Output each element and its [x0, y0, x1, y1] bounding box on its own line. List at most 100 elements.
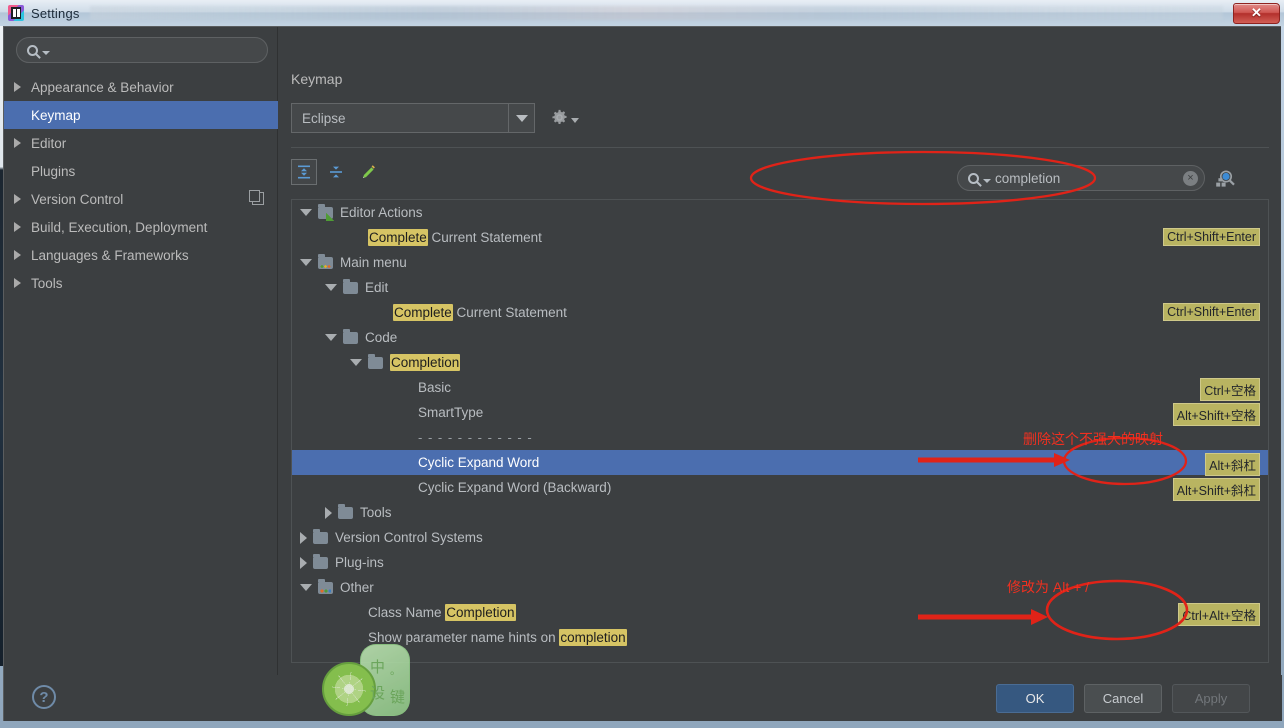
chevron-down-icon[interactable] [300, 584, 312, 591]
sidebar-item-editor[interactable]: Editor [4, 129, 278, 157]
tree-indent-spacer [14, 166, 21, 176]
tree-row[interactable]: Complete Current Statement Ctrl+Shift+Ent… [292, 225, 1268, 250]
tree-row-label: Editor Actions [340, 205, 423, 220]
shortcut-badge[interactable]: Alt+斜杠 [1205, 453, 1260, 476]
tree-row[interactable]: Basic Ctrl+空格 [292, 375, 1268, 401]
chevron-right-icon [14, 278, 21, 288]
tree-row[interactable]: Code [292, 325, 1268, 350]
folder-dots-icon [318, 578, 333, 594]
watermark-char-1: 中 [370, 659, 386, 676]
keymap-select-arrow[interactable] [508, 104, 534, 132]
gear-icon [552, 109, 567, 124]
chevron-right-icon [14, 138, 21, 148]
shortcut-badge[interactable]: Ctrl+Alt+空格 [1178, 603, 1260, 626]
section-divider [291, 147, 1269, 148]
copy-icon [249, 190, 264, 205]
tree-row[interactable]: SmartType Alt+Shift+空格 [292, 400, 1268, 426]
tree-row-text: Current Statement [431, 230, 542, 245]
tree-row-label: Class Name Completion [368, 604, 516, 621]
tree-row[interactable]: Other [292, 575, 1268, 600]
sidebar-item-version-control[interactable]: Version Control [4, 185, 278, 213]
tree-row-label: Cyclic Expand Word [418, 455, 540, 470]
keymap-settings-button[interactable] [551, 107, 581, 127]
tree-indent-spacer [400, 437, 412, 438]
sidebar-item-appearance-behavior[interactable]: Appearance & Behavior [4, 73, 278, 101]
folder-icon [313, 553, 328, 569]
shortcut-badge[interactable]: Ctrl+Shift+Enter [1163, 303, 1260, 321]
tree-row-label: Other [340, 580, 374, 595]
folder-icon [313, 528, 328, 544]
page-title: Keymap [291, 71, 343, 87]
pencil-icon [362, 164, 375, 178]
tree-row-label: - - - - - - - - - - - - [418, 430, 533, 445]
chevron-down-icon[interactable] [300, 209, 312, 216]
chevron-right-icon [14, 194, 21, 204]
intellij-idea-icon [8, 5, 24, 21]
tree-row[interactable]: Cyclic Expand Word Alt+斜杠 [292, 450, 1268, 476]
tree-row-label: SmartType [418, 405, 484, 420]
tree-row[interactable]: Class Name Completion Ctrl+Alt+空格 [292, 600, 1268, 626]
chevron-down-icon[interactable] [300, 259, 312, 266]
tree-row[interactable]: Show parameter name hints on completion [292, 625, 1268, 650]
chevron-down-icon[interactable] [350, 359, 362, 366]
keymap-panel: Keymap Eclipse completion × Editor Actio… [279, 27, 1281, 675]
shortcut-badge[interactable]: Ctrl+Shift+Enter [1163, 228, 1260, 246]
apply-button[interactable]: Apply [1172, 684, 1250, 713]
chevron-right-icon[interactable] [325, 506, 332, 519]
collapse-all-button[interactable] [323, 159, 349, 185]
tree-row[interactable]: Main menu [292, 250, 1268, 275]
chevron-right-icon[interactable] [300, 531, 307, 544]
settings-sidebar: Appearance & Behavior Keymap Editor Plugins… [4, 27, 278, 675]
tree-indent-spacer [350, 637, 362, 638]
tree-indent-spacer [350, 237, 362, 238]
keymap-search-input[interactable]: completion × [957, 165, 1205, 191]
sidebar-item-tools[interactable]: Tools [4, 269, 278, 297]
tree-row-label: Edit [365, 280, 389, 295]
sidebar-item-label: Plugins [31, 163, 76, 179]
sidebar-item-languages-frameworks[interactable]: Languages & Frameworks [4, 241, 278, 269]
sidebar-item-label: Version Control [31, 191, 124, 207]
sidebar-item-plugins[interactable]: Plugins [4, 157, 278, 185]
shortcut-badge[interactable]: Ctrl+空格 [1200, 378, 1260, 401]
settings-dialog: Appearance & Behavior Keymap Editor Plugins… [3, 26, 1282, 721]
sidebar-item-label: Editor [31, 135, 67, 151]
cancel-button[interactable]: Cancel [1084, 684, 1162, 713]
folder-icon [338, 503, 353, 519]
expand-all-icon [298, 165, 310, 179]
keymap-select[interactable]: Eclipse [291, 103, 535, 133]
chevron-down-icon [42, 50, 50, 55]
tree-row[interactable]: Completion [292, 350, 1268, 375]
chevron-down-icon[interactable] [325, 284, 337, 291]
folder-mm-icon [318, 253, 333, 269]
sidebar-search-input[interactable] [16, 37, 268, 63]
sidebar-item-keymap[interactable]: Keymap [4, 101, 278, 129]
sidebar-item-label: Appearance & Behavior [31, 79, 174, 95]
tree-row[interactable]: Edit [292, 275, 1268, 300]
chevron-down-icon[interactable] [325, 334, 337, 341]
tree-row-label: Complete Current Statement [393, 304, 567, 321]
chevron-right-icon[interactable] [300, 556, 307, 569]
expand-all-button[interactable] [291, 159, 317, 185]
shortcut-badge[interactable]: Alt+Shift+空格 [1172, 403, 1260, 426]
tree-row[interactable]: Plug-ins [292, 550, 1268, 575]
clear-search-button[interactable]: × [1183, 170, 1198, 186]
tree-indent-spacer [400, 412, 412, 413]
titlebar-background-blur [89, 6, 1223, 20]
tree-row[interactable]: Editor Actions [292, 200, 1268, 225]
tree-row[interactable]: Version Control Systems [292, 525, 1268, 550]
close-button[interactable]: ✕ [1233, 2, 1280, 24]
sidebar-item-build-execution-deployment[interactable]: Build, Execution, Deployment [4, 213, 278, 241]
tree-row-label: Completion [390, 354, 461, 371]
edit-shortcut-button[interactable] [355, 159, 381, 185]
window-title: Settings [31, 5, 80, 21]
tree-row[interactable]: Complete Current Statement Ctrl+Shift+Ent… [292, 300, 1268, 325]
search-icon [968, 172, 979, 184]
search-icon [27, 44, 38, 56]
find-by-shortcut-button[interactable] [1213, 167, 1237, 191]
tree-row[interactable]: Tools [292, 500, 1268, 525]
tree-row[interactable]: Cyclic Expand Word (Backward) Alt+Shift+斜… [292, 475, 1268, 501]
ok-button[interactable]: OK [996, 684, 1074, 713]
tree-row-label: Code [365, 330, 398, 345]
help-button[interactable]: ? [32, 685, 56, 709]
shortcut-badge[interactable]: Alt+Shift+斜杠 [1172, 478, 1260, 501]
